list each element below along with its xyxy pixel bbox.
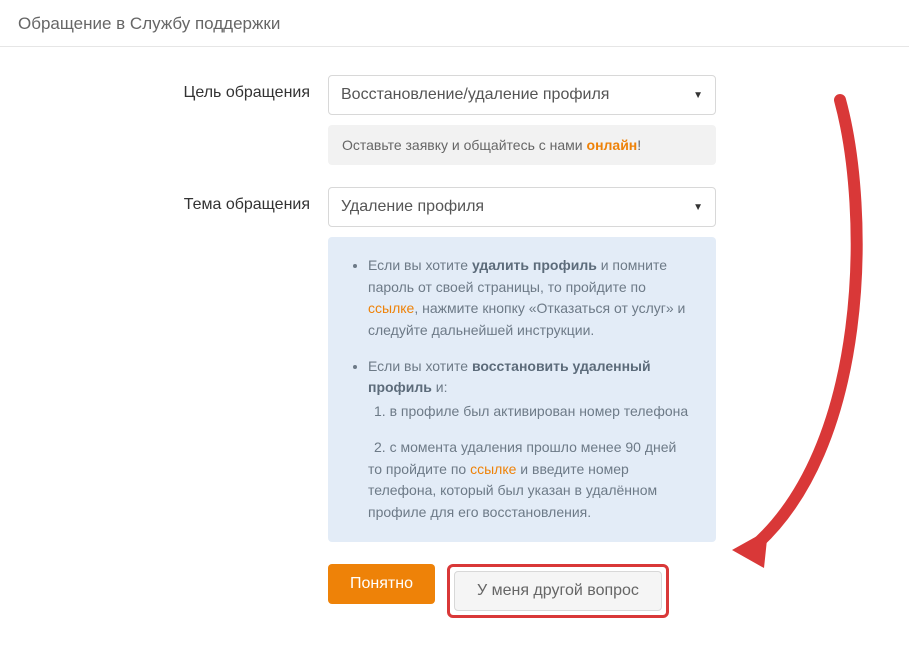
other-question-button[interactable]: У меня другой вопрос	[454, 571, 662, 611]
restore-cond-1: 1. в профиле был активирован номер телеф…	[374, 401, 696, 423]
chevron-down-icon: ▼	[693, 90, 703, 101]
delete-link[interactable]: ссылке	[368, 300, 414, 316]
restore-link[interactable]: ссылке	[470, 461, 516, 477]
chevron-down-icon: ▼	[693, 202, 703, 213]
buttons-col: Понятно У меня другой вопрос	[328, 564, 716, 618]
purpose-hint: Оставьте заявку и общайтесь с нами онлай…	[328, 125, 716, 165]
purpose-select[interactable]: Восстановление/удаление профиля ▼	[328, 75, 716, 115]
page-header: Обращение в Службу поддержки	[0, 0, 909, 47]
ok-button[interactable]: Понятно	[328, 564, 435, 604]
purpose-field-col: Восстановление/удаление профиля ▼ Оставь…	[328, 75, 716, 165]
topic-select[interactable]: Удаление профиля ▼	[328, 187, 716, 227]
annotation-highlight: У меня другой вопрос	[447, 564, 669, 618]
hint-prefix: Оставьте заявку и общайтесь с нами	[342, 137, 587, 153]
buttons-row: Понятно У меня другой вопрос	[40, 564, 869, 618]
purpose-select-value: Восстановление/удаление профиля	[341, 86, 609, 104]
topic-label: Тема обращения	[40, 187, 328, 214]
page-title: Обращение в Службу поддержки	[18, 14, 280, 33]
info-item-delete: Если вы хотите удалить профиль и помните…	[368, 255, 696, 342]
hint-suffix: !	[637, 137, 641, 153]
hint-link[interactable]: онлайн	[587, 137, 638, 153]
form-content: Цель обращения Восстановление/удаление п…	[0, 47, 909, 660]
purpose-label: Цель обращения	[40, 75, 328, 102]
topic-info: Если вы хотите удалить профиль и помните…	[328, 237, 716, 542]
topic-field-col: Удаление профиля ▼ Если вы хотите удалит…	[328, 187, 716, 542]
topic-row: Тема обращения Удаление профиля ▼ Если в…	[40, 187, 869, 542]
restore-cond-2: 2. с момента удаления прошло менее 90 дн…	[374, 437, 696, 459]
purpose-row: Цель обращения Восстановление/удаление п…	[40, 75, 869, 165]
topic-select-value: Удаление профиля	[341, 198, 484, 216]
info-item-restore: Если вы хотите восстановить удаленный пр…	[368, 356, 696, 524]
